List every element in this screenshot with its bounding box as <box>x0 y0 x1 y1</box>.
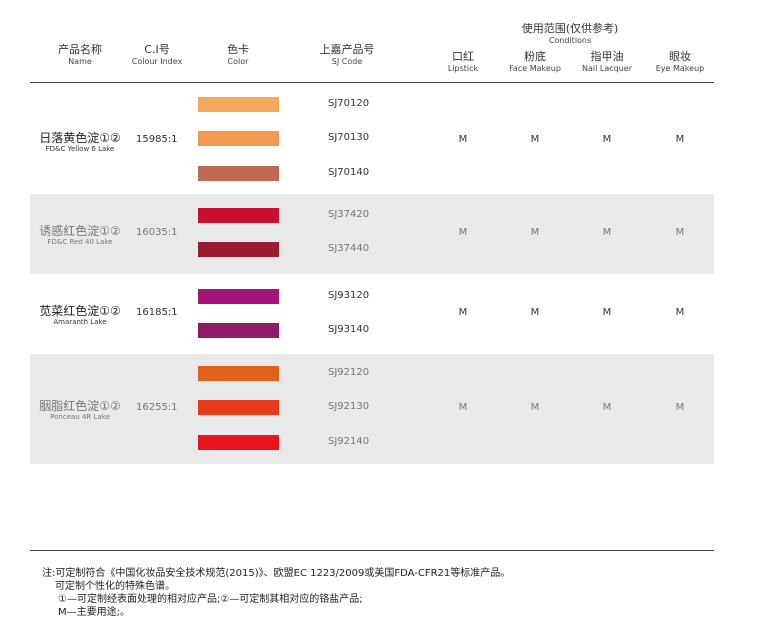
header-usage: 使用范围(仅供参考) Conditions <box>500 20 640 45</box>
header-ci: C.I号 Colour Index <box>122 41 192 66</box>
usage-mark: M <box>675 134 685 145</box>
header-color-en: Color <box>227 57 249 66</box>
sj-code: SJ92140 <box>328 436 370 447</box>
usage-mark: M <box>530 307 540 318</box>
color-swatch <box>198 323 279 338</box>
usage-col-header: 口红 Lipstick <box>423 48 503 73</box>
header-name-en: Name <box>68 57 92 66</box>
color-swatch <box>198 97 279 112</box>
header-rule <box>30 82 714 83</box>
product-name-cn: 日落黄色淀①② <box>39 131 121 145</box>
usage-mark: M <box>602 402 612 413</box>
usage-col-header: 眼妆 Eye Makeup <box>640 48 720 73</box>
header-usage-cn: 使用范围(仅供参考) <box>521 22 619 35</box>
product-name-cn: 胭脂红色淀①② <box>39 399 121 413</box>
header-name: 产品名称 Name <box>45 41 115 66</box>
usage-col-cn: 指甲油 <box>590 50 624 63</box>
header-code-en: SJ Code <box>331 57 363 66</box>
usage-mark: M <box>530 134 540 145</box>
sj-code: SJ93140 <box>328 324 370 335</box>
product-name-en: FD&C Red 40 Lake <box>47 238 113 246</box>
colour-index: 16255:1 <box>136 402 178 413</box>
product-name-en: FD&C Yellow 6 Lake <box>45 145 115 153</box>
header-code: 上嘉产品号 SJ Code <box>302 41 392 66</box>
color-swatch <box>198 131 279 146</box>
usage-mark: M <box>602 227 612 238</box>
header-ci-cn: C.I号 <box>144 43 170 56</box>
usage-mark: M <box>602 134 612 145</box>
usage-col-en: Nail Lacquer <box>582 64 632 73</box>
usage-mark: M <box>458 402 468 413</box>
color-swatch <box>198 166 279 181</box>
usage-col-header: 粉底 Face Makeup <box>495 48 575 73</box>
usage-mark: M <box>458 307 468 318</box>
product-name-cn: 诱惑红色淀①② <box>39 224 121 238</box>
usage-mark: M <box>458 227 468 238</box>
usage-col-cn: 口红 <box>452 50 474 63</box>
usage-mark: M <box>458 134 468 145</box>
color-swatch <box>198 242 279 257</box>
usage-col-en: Eye Makeup <box>655 64 705 73</box>
header-name-cn: 产品名称 <box>58 43 102 56</box>
usage-col-en: Face Makeup <box>509 64 561 73</box>
usage-col-cn: 眼妆 <box>669 50 691 63</box>
sj-code: SJ37440 <box>328 243 370 254</box>
header-color: 色卡 Color <box>203 41 273 66</box>
usage-mark: M <box>530 227 540 238</box>
sj-code: SJ70140 <box>328 167 370 178</box>
product-name-cn: 苋菜红色淀①② <box>39 304 121 318</box>
colour-index: 15985:1 <box>136 134 178 145</box>
sj-code: SJ93120 <box>328 290 370 301</box>
sj-code: SJ92130 <box>328 401 370 412</box>
color-swatch <box>198 208 279 223</box>
usage-mark: M <box>675 402 685 413</box>
usage-mark: M <box>530 402 540 413</box>
product-name-en: Amaranth Lake <box>53 318 107 326</box>
header-code-cn: 上嘉产品号 <box>319 43 375 56</box>
footer-rule <box>30 550 714 551</box>
product-name-en: Ponceau 4R Lake <box>50 413 110 421</box>
sj-code: SJ70130 <box>328 132 370 143</box>
usage-mark: M <box>675 227 685 238</box>
colour-index: 16035:1 <box>136 227 178 238</box>
colour-index: 16185:1 <box>136 307 178 318</box>
usage-col-header: 指甲油 Nail Lacquer <box>567 48 647 73</box>
usage-mark: M <box>602 307 612 318</box>
usage-col-en: Lipstick <box>447 64 479 73</box>
usage-col-cn: 粉底 <box>524 50 546 63</box>
color-swatch <box>198 435 279 450</box>
header-usage-en: Conditions <box>548 36 592 45</box>
header-color-cn: 色卡 <box>227 43 249 56</box>
color-swatch <box>198 400 279 415</box>
color-swatch <box>198 289 279 304</box>
note-line-4: M—主要用途;。 <box>58 607 130 618</box>
sj-code: SJ37420 <box>328 209 370 220</box>
usage-mark: M <box>675 307 685 318</box>
color-swatch <box>198 366 279 381</box>
sj-code: SJ92120 <box>328 367 370 378</box>
header-ci-en: Colour Index <box>131 57 183 66</box>
sj-code: SJ70120 <box>328 98 370 109</box>
